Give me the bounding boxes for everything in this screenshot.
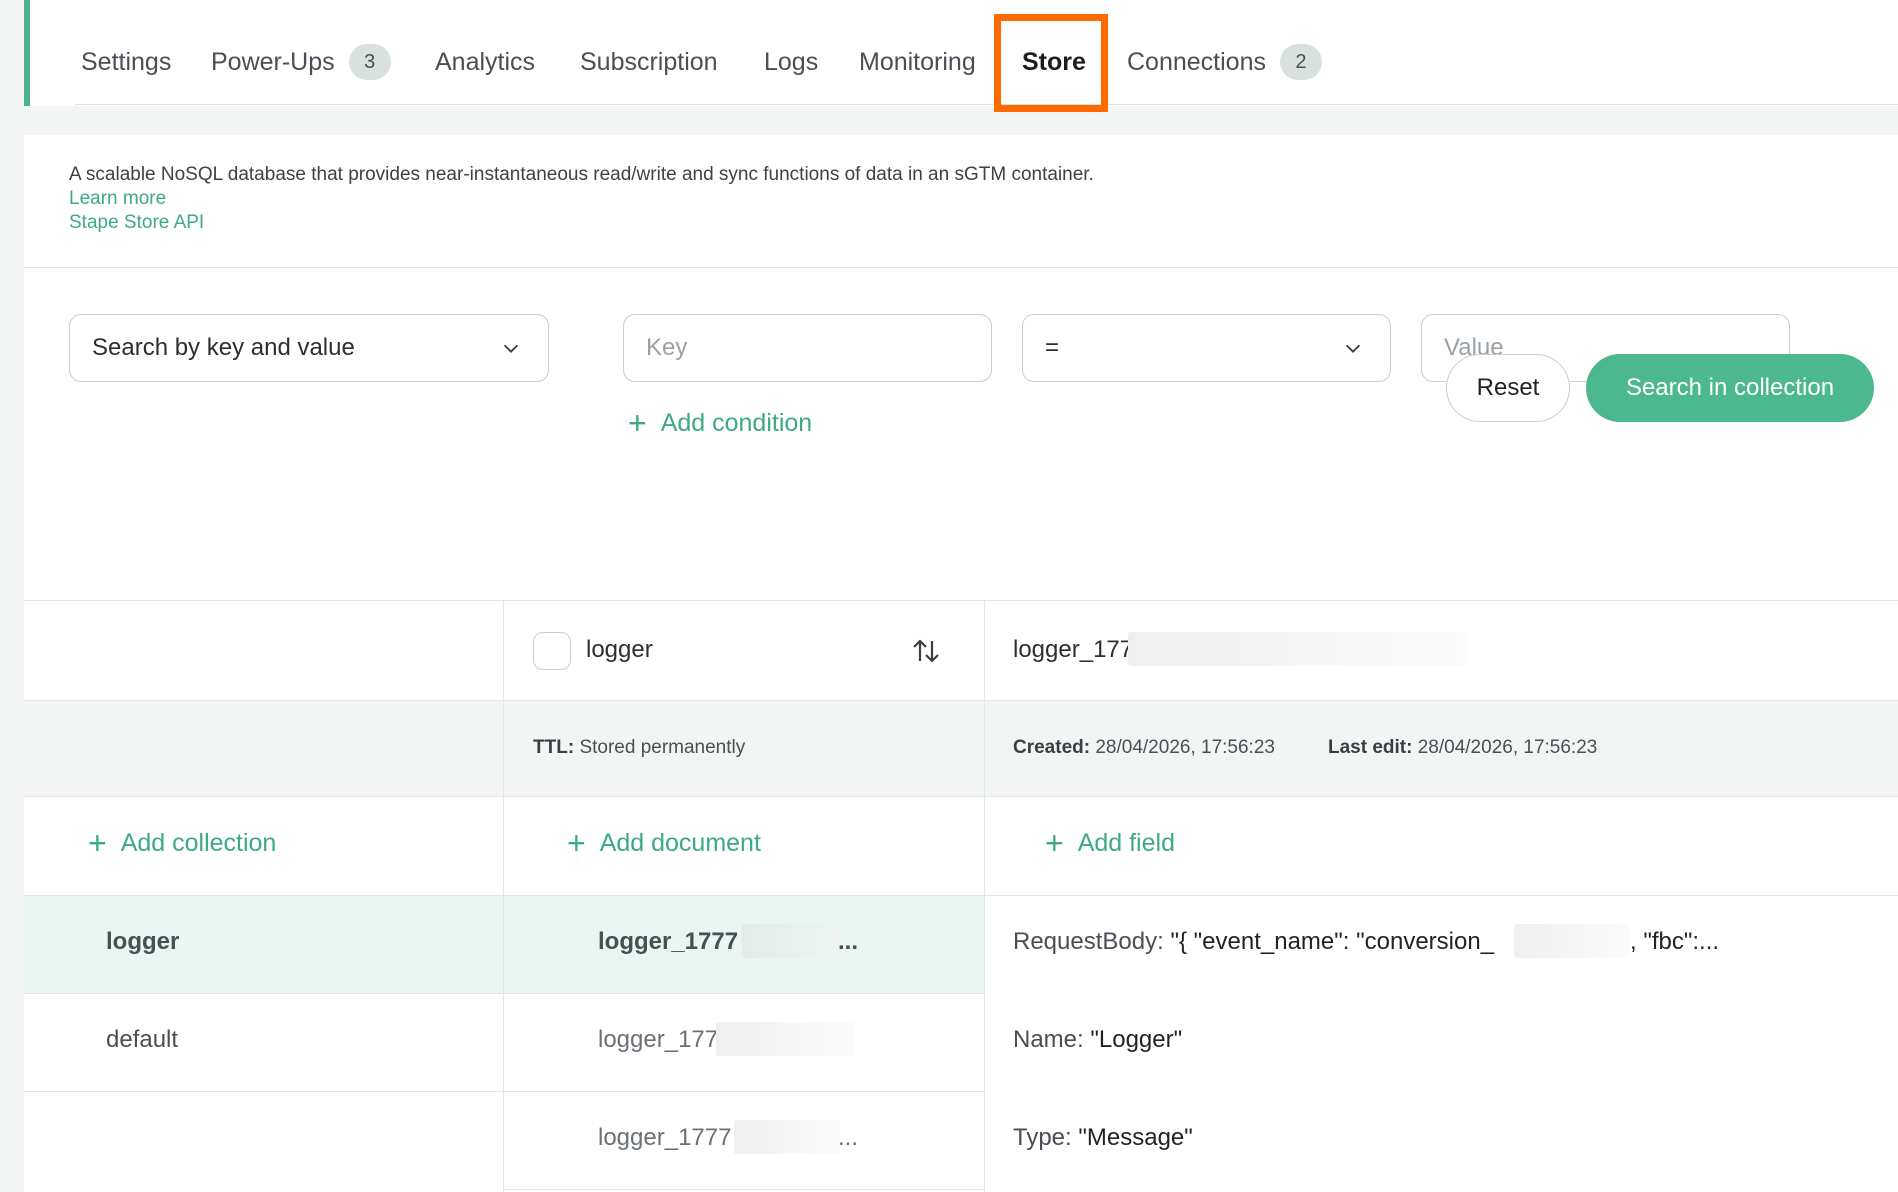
reset-button[interactable]: Reset [1446,354,1570,422]
redacted-text [734,1120,840,1154]
field-value: "Message" [1078,1124,1193,1151]
search-mode-value: Search by key and value [92,334,355,361]
plus-icon: + [1045,825,1064,861]
tab-connections[interactable]: Connections 2 [1127,40,1322,84]
plus-icon: + [628,405,647,441]
ttl-label: TTL: [533,737,575,758]
field-value-tail: , "fbc":... [1630,928,1720,955]
plus-icon: + [88,825,107,861]
chevron-down-icon [1345,344,1361,353]
field-value: "Logger" [1090,1026,1183,1053]
add-collection-button[interactable]: + Add collection [88,827,276,859]
created-value: 28/04/2026, 17:56:23 [1095,737,1275,758]
learn-more-link[interactable]: Learn more [69,187,1094,211]
collection-item-logger[interactable]: logger [106,928,179,956]
add-condition-label: Add condition [660,408,813,437]
tab-label: Connections [1127,47,1266,76]
collection-item-default[interactable]: default [106,1026,178,1054]
field-value: "{ "event_name": "conversion_ [1170,928,1495,955]
operator-value: = [1045,334,1060,361]
store-api-link[interactable]: Stape Store API [69,211,1094,235]
tab-logs[interactable]: Logs [764,40,818,84]
divider [24,267,1898,268]
tab-label: Monitoring [859,47,976,76]
row-divider [24,700,1898,701]
search-in-collection-button[interactable]: Search in collection [1586,354,1874,422]
header-document-id: logger_177 [1013,636,1134,663]
add-field-button[interactable]: + Add field [1045,827,1175,859]
tab-label: Settings [81,47,172,76]
redacted-text [1514,924,1630,958]
redacted-text [1128,632,1468,666]
count-badge: 2 [1279,44,1322,80]
last-edit-label: Last edit: [1328,737,1413,758]
tab-underline [75,104,1898,105]
selected-collection-row [24,895,504,993]
add-document-label: Add document [599,828,761,857]
operator-select[interactable]: = [1022,314,1391,382]
count-badge: 3 [348,44,391,80]
row-divider [24,993,984,994]
created-info: Created: 28/04/2026, 17:56:23 [1013,737,1275,759]
field-key: Name: [1013,1026,1084,1053]
tab-monitoring[interactable]: Monitoring [859,40,976,84]
add-field-label: Add field [1077,828,1175,857]
field-type[interactable]: Type: "Message" [1013,1124,1193,1152]
tab-label: Power-Ups [211,47,335,76]
store-card: A scalable NoSQL database that provides … [24,135,1898,1192]
row-divider [504,1189,984,1190]
field-key: RequestBody: [1013,928,1164,955]
document-item[interactable]: logger_1777 [598,1124,731,1152]
ttl-value: Stored permanently [579,737,746,758]
row-divider [24,895,1898,896]
document-item[interactable]: logger_177 [598,1026,718,1054]
column-divider [503,600,504,1192]
ttl-info: TTL: Stored permanently [533,737,745,759]
meta-row [24,700,1898,796]
search-label: Search in collection [1625,374,1835,401]
row-divider [24,796,1898,797]
document-ellipsis: ... [838,928,859,955]
last-edit-value: 28/04/2026, 17:56:23 [1417,737,1598,758]
tab-label: Subscription [580,47,718,76]
tab-power-ups[interactable]: Power-Ups 3 [211,40,391,84]
document-item[interactable]: logger_1777 [598,928,738,956]
created-label: Created: [1013,737,1091,758]
tab-store[interactable]: Store [1022,40,1086,84]
header-collection-name: logger [586,636,653,663]
reset-label: Reset [1476,374,1540,401]
add-document-button[interactable]: + Add document [567,827,761,859]
store-description: A scalable NoSQL database that provides … [69,164,1094,185]
field-name[interactable]: Name: "Logger" [1013,1026,1182,1054]
field-request-body[interactable]: RequestBody: "{ "event_name": "conversio… [1013,928,1494,956]
tab-analytics[interactable]: Analytics [435,40,535,84]
last-edit-info: Last edit: 28/04/2026, 17:56:23 [1328,737,1597,759]
tab-bar: Settings Power-Ups 3 Analytics Subscript… [24,0,1898,106]
sort-icon[interactable] [910,635,942,667]
key-placeholder: Key [646,334,688,361]
tab-settings[interactable]: Settings [81,40,171,84]
tab-label: Store [1022,47,1086,76]
field-key: Type: [1013,1124,1072,1151]
chevron-down-icon [503,344,519,353]
add-condition-button[interactable]: + Add condition [628,407,812,439]
redacted-text [742,924,838,958]
column-divider [984,600,985,1192]
store-info: A scalable NoSQL database that provides … [69,163,1094,235]
table-top-border [24,600,1898,601]
document-ellipsis: ... [838,1124,859,1151]
tab-label: Logs [764,47,819,76]
redacted-text [716,1022,854,1056]
add-collection-label: Add collection [120,828,277,857]
select-checkbox[interactable] [533,632,571,670]
tab-label: Analytics [435,47,536,76]
store-page: Settings Power-Ups 3 Analytics Subscript… [0,0,1898,1192]
key-input[interactable]: Key [623,314,992,382]
search-mode-select[interactable]: Search by key and value [69,314,549,382]
tab-subscription[interactable]: Subscription [580,40,718,84]
row-divider [24,1091,984,1092]
plus-icon: + [567,825,586,861]
